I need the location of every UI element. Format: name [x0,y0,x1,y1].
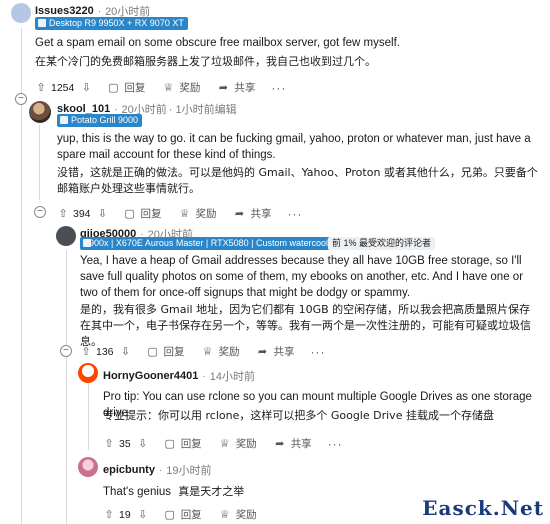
award-button[interactable]: ♕ 奖励 [161,80,200,95]
comment-text-zh: 真是天才之举 [178,485,245,498]
share-icon: ➦ [234,208,245,220]
award-button[interactable]: ♕ 奖励 [218,436,257,451]
share-icon: ➦ [275,438,285,450]
arrow-down-icon[interactable]: ⇩ [80,81,92,94]
reply-button[interactable]: ▢ 回复 [146,344,184,359]
comment-text-en: Yea, I have a heap of Gmail addresses be… [80,255,524,299]
user-flair: Desktop R9 9950X + RX 9070 XT [35,17,188,30]
user-flair: 7900x | X670E Aurous Master | RTX5080 | … [80,237,344,250]
collapse-icon[interactable]: − [15,93,27,105]
vote-score: 394 [73,207,91,220]
comment-icon: ▢ [147,346,158,358]
award-icon: ♕ [219,438,230,450]
avatar[interactable] [56,226,76,246]
award-icon: ♕ [202,346,213,358]
comment-text-zh: 没错，这就是正确的做法。可以是他妈的 Gmail、Yahoo、Proton 或者… [57,166,538,195]
award-icon: ♕ [179,208,190,220]
vote-score: 35 [119,437,131,450]
award-button[interactable]: ♕ 奖励 [201,344,240,359]
username[interactable]: HornyGooner4401 [103,370,198,382]
arrow-down-icon[interactable]: ⇩ [120,345,132,358]
comment-text-en: yup, this is the way to go. it can be fu… [57,133,531,161]
share-icon: ➦ [257,346,268,358]
username[interactable]: epicbunty [103,464,155,476]
comment-text-zh: 专业提示：你可以用 rclone，这样可以把多个 Google Drive 挂载… [103,409,494,422]
comment-meta: HornyGooner4401 · 14小时前 [103,368,255,384]
vote-score: 136 [96,345,114,358]
thread-line[interactable] [88,380,89,450]
comment-icon: ▢ [164,509,175,521]
comment-text-zh: 是的，我有很多 Gmail 地址，因为它们都有 10GB 的空闲存储，所以我会把… [80,303,531,348]
timestamp[interactable]: 14小时前 [210,368,255,384]
comment-actions: ⇧ 1254 ⇩ ▢ 回复 ♕ 奖励 ➦ 共享 ··· [35,80,286,95]
share-button[interactable]: ➦ 共享 [273,436,312,451]
arrow-down-icon[interactable]: ⇩ [137,508,149,521]
share-button[interactable]: ➦ 共享 [256,344,295,359]
avatar[interactable] [78,457,98,477]
collapse-icon[interactable]: − [34,206,46,218]
reply-button[interactable]: ▢ 回复 [123,206,161,221]
award-button[interactable]: ♕ 奖励 [178,206,217,221]
arrow-down-icon[interactable]: ⇩ [97,207,109,220]
award-icon: ♕ [219,509,230,521]
comment-meta: epicbunty · 19小时前 [103,462,212,478]
comment-actions: ⇧ 35 ⇩ ▢ 回复 ♕ 奖励 ➦ 共享 ··· [103,436,343,451]
arrow-down-icon[interactable]: ⇩ [137,437,149,450]
more-icon[interactable]: ··· [311,345,326,359]
share-button[interactable]: ➦ 共享 [233,206,272,221]
comment-text-en: Get a spam email on some obscure free ma… [35,37,400,49]
timestamp[interactable]: 19小时前 [166,462,211,478]
thread-line[interactable] [66,250,67,524]
vote-score: 19 [119,508,131,521]
comment-icon: ▢ [164,438,175,450]
more-icon[interactable]: ··· [271,81,286,95]
arrow-up-icon[interactable]: ⇧ [80,345,92,358]
user-flair: Potato Grill 9000 [57,114,143,127]
top-commenter-badge: 前 1% 最受欢迎的评论者 [328,237,436,250]
thread-line[interactable] [39,125,40,200]
arrow-up-icon[interactable]: ⇧ [57,207,69,220]
award-button[interactable]: ♕ 奖励 [218,507,257,522]
reply-button[interactable]: ▢ 回复 [106,80,145,95]
comment-text-zh: 在某个冷门的免费邮箱服务器上发了垃圾邮件，我自己也收到过几个。 [35,55,376,68]
share-button[interactable]: ➦ 共享 [216,80,256,95]
vote-score: 1254 [51,81,75,94]
comment-icon: ▢ [124,208,135,220]
award-icon: ♕ [163,82,174,94]
arrow-up-icon[interactable]: ⇧ [35,81,47,94]
share-icon: ➦ [218,82,228,94]
reply-button[interactable]: ▢ 回复 [163,436,201,451]
edited-label: · 1小时前编辑 [168,104,237,116]
arrow-up-icon[interactable]: ⇧ [103,508,115,521]
more-icon[interactable]: ··· [328,437,343,451]
comment-icon: ▢ [108,82,119,94]
avatar[interactable] [29,101,51,123]
avatar[interactable] [11,3,31,23]
comment-actions: ⇧ 19 ⇩ ▢ 回复 ♕ 奖励 [103,507,273,522]
avatar[interactable] [78,363,98,383]
arrow-up-icon[interactable]: ⇧ [103,437,115,450]
reply-button[interactable]: ▢ 回复 [163,507,201,522]
watermark-logo: Easck.Net [422,496,544,520]
more-icon[interactable]: ··· [288,207,303,221]
username[interactable]: Issues3220 [35,5,94,17]
comment-actions: ⇧ 394 ⇩ ▢ 回复 ♕ 奖励 ➦ 共享 ··· [57,206,303,221]
collapse-icon[interactable]: − [60,345,72,357]
comment-actions: ⇧ 136 ⇩ ▢ 回复 ♕ 奖励 ➦ 共享 ··· [80,344,326,359]
